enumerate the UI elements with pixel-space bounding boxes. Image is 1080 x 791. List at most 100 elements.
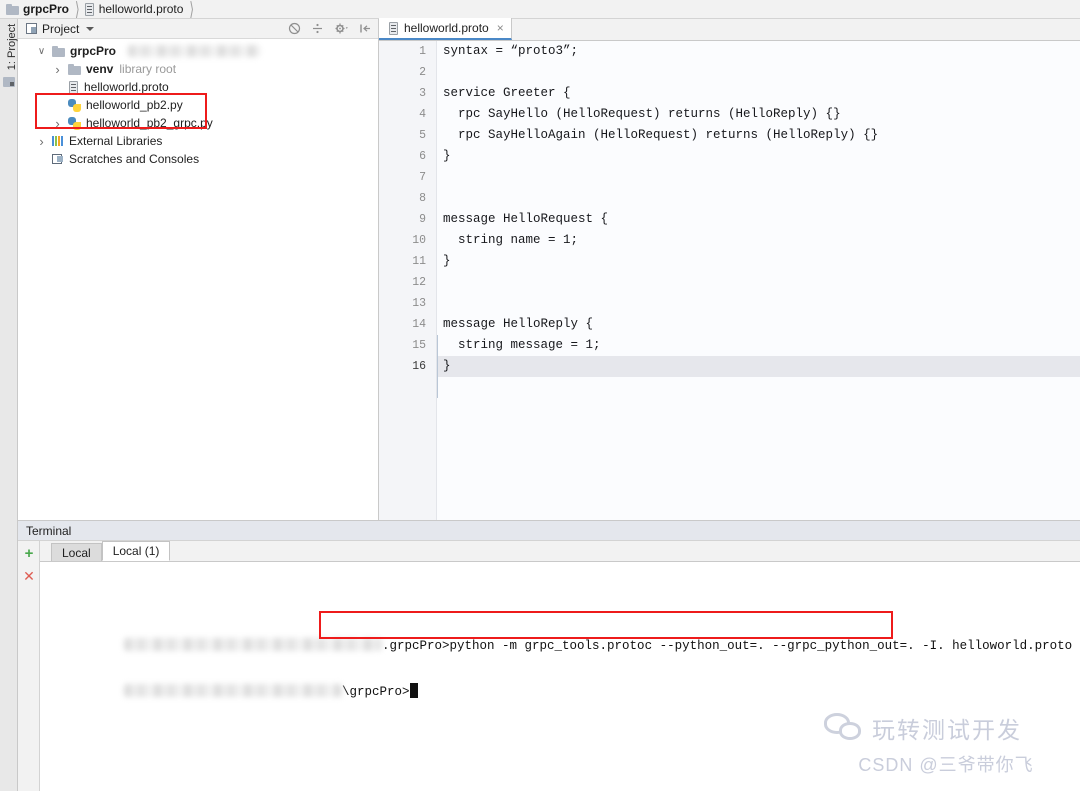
structure-icon[interactable] — [3, 77, 15, 87]
python-file-icon — [68, 98, 81, 112]
code-line: } — [443, 149, 451, 163]
terminal-output[interactable]: .grpcPro>python -m grpc_tools.protoc --p… — [40, 562, 1080, 791]
code-line: message HelloReply { — [443, 317, 594, 331]
code-area[interactable]: 1 2 3 4 5 6 7 8 9 10 11 12 13 14 15 16 syntax = “proto3… — [379, 41, 1080, 520]
tree-item-helloworld-pb2[interactable]: helloworld_pb2.py — [18, 96, 378, 114]
project-tree: grpcPro venv library root helloworld.pro… — [18, 39, 378, 168]
close-icon[interactable]: × — [497, 21, 504, 35]
code-line: syntax = “proto3”; — [443, 44, 579, 58]
close-session-button[interactable]: ✕ — [22, 569, 36, 583]
breadcrumb-label-file: helloworld.proto — [98, 2, 184, 16]
proto-file-icon — [388, 21, 399, 35]
editor-tab-bar: helloworld.proto × — [379, 18, 1080, 41]
tree-item-external-libraries[interactable]: External Libraries — [18, 132, 378, 150]
terminal-panel: Terminal + ✕ Local Local (1) .grpcPro>py… — [18, 520, 1080, 791]
breadcrumb-item-project[interactable]: grpcPro — [6, 2, 69, 16]
folder-icon — [6, 3, 19, 15]
line-number: 8 — [419, 192, 426, 205]
tree-item-venv[interactable]: venv library root — [18, 60, 378, 78]
tree-item-helloworld-pb2-grpc[interactable]: helloworld_pb2_grpc.py — [18, 114, 378, 132]
tree-item-grpcpro[interactable]: grpcPro — [18, 42, 378, 60]
chevron-right-icon[interactable] — [52, 116, 63, 131]
line-number: 12 — [412, 276, 426, 289]
editor-panel: helloworld.proto × 1 2 3 4 5 6 7 8 9 10 11 12 13 14 15… — [379, 18, 1080, 520]
line-number-gutter: 1 2 3 4 5 6 7 8 9 10 11 12 13 14 15 16 — [379, 41, 437, 520]
project-panel-title: Project — [42, 21, 80, 36]
terminal-body: + ✕ Local Local (1) .grpcPro>python -m g… — [18, 541, 1080, 791]
tree-label-helloworld-pb2-grpc: helloworld_pb2_grpc.py — [86, 116, 213, 130]
code-line: } — [443, 359, 451, 373]
terminal-line-prompt: \grpcPro> — [64, 662, 418, 699]
line-number: 7 — [419, 171, 426, 184]
hide-empty-middle-packages-icon[interactable] — [288, 22, 301, 35]
line-number: 3 — [419, 87, 426, 100]
folder-icon — [52, 45, 65, 57]
hide-panel-icon[interactable] — [359, 22, 372, 35]
terminal-side-toolbar: + ✕ — [18, 541, 40, 791]
breadcrumb-separator: ⟩ — [75, 0, 80, 21]
line-number: 11 — [412, 255, 426, 268]
new-session-button[interactable]: + — [22, 546, 36, 561]
python-file-icon — [68, 116, 81, 130]
line-number: 10 — [412, 234, 426, 247]
line-number: 14 — [412, 318, 426, 331]
tree-label-grpcpro: grpcPro — [70, 44, 117, 58]
code-line: } — [443, 254, 451, 268]
indent-guide — [437, 335, 438, 398]
collapse-all-icon[interactable] — [311, 22, 324, 35]
chevron-down-icon[interactable] — [86, 26, 95, 31]
terminal-prompt-2: \grpcPro> — [342, 685, 410, 699]
project-panel: Project ∨ grpcPro › venv library root he… — [18, 19, 379, 520]
sidebar-tab-project[interactable]: 1: Project — [6, 18, 18, 76]
chevron-right-icon[interactable] — [52, 62, 63, 77]
chevron-right-icon[interactable] — [36, 134, 47, 149]
code-line: message HelloRequest { — [443, 212, 609, 226]
breadcrumb-item-file[interactable]: helloworld.proto — [84, 2, 184, 16]
redacted-path-2 — [124, 684, 343, 697]
terminal-title-label: Terminal — [26, 523, 72, 538]
settings-gear-icon[interactable] — [334, 22, 349, 35]
code-line: rpc SayHello (HelloRequest) returns (Hel… — [443, 107, 841, 121]
project-panel-header: Project — [18, 19, 378, 39]
redacted-path-grpcpro — [128, 45, 261, 57]
code-line: string message = 1; — [443, 338, 601, 352]
terminal-tab-local[interactable]: Local — [51, 543, 102, 561]
terminal-title-bar[interactable]: Terminal — [18, 520, 1080, 541]
folder-excluded-icon — [68, 63, 81, 75]
line-number: 9 — [419, 213, 426, 226]
proto-file-icon — [84, 2, 95, 16]
breadcrumb-separator-end: ⟩ — [189, 0, 195, 21]
tree-label-venv-hint: library root — [119, 62, 177, 76]
proto-file-icon — [68, 80, 79, 94]
tree-item-scratches[interactable]: Scratches and Consoles — [18, 150, 378, 168]
editor-tab-helloworld-proto[interactable]: helloworld.proto × — [379, 18, 512, 40]
code-line: service Greeter { — [443, 86, 571, 100]
tree-label-helloworld-proto: helloworld.proto — [84, 80, 169, 94]
line-number: 5 — [419, 129, 426, 142]
line-number: 1 — [419, 45, 426, 58]
tree-label-external-libraries: External Libraries — [69, 134, 163, 148]
line-number: 2 — [419, 66, 426, 79]
code-line: string name = 1; — [443, 233, 579, 247]
tree-label-helloworld-pb2: helloworld_pb2.py — [86, 98, 183, 112]
tree-label-scratches: Scratches and Consoles — [69, 152, 200, 166]
breadcrumb-label-project: grpcPro — [23, 2, 70, 16]
line-number: 6 — [419, 150, 426, 163]
tree-label-venv: venv — [86, 62, 114, 76]
left-tool-strip: 1: Project — [0, 19, 18, 791]
terminal-prompt-1: .grpcPro> — [382, 639, 450, 653]
breadcrumb-bar: grpcPro ⟩ helloworld.proto ⟩ — [0, 0, 1080, 21]
chevron-down-icon[interactable] — [36, 46, 47, 57]
terminal-tab-local-1[interactable]: Local (1) — [101, 541, 171, 561]
terminal-tab-bar: Local Local (1) — [40, 541, 1080, 562]
line-number: 13 — [412, 297, 426, 310]
project-view-icon — [26, 23, 37, 34]
scratches-icon — [52, 153, 64, 165]
code-line: rpc SayHelloAgain (HelloRequest) returns… — [443, 128, 879, 142]
tree-item-helloworld-proto[interactable]: helloworld.proto — [18, 78, 378, 96]
